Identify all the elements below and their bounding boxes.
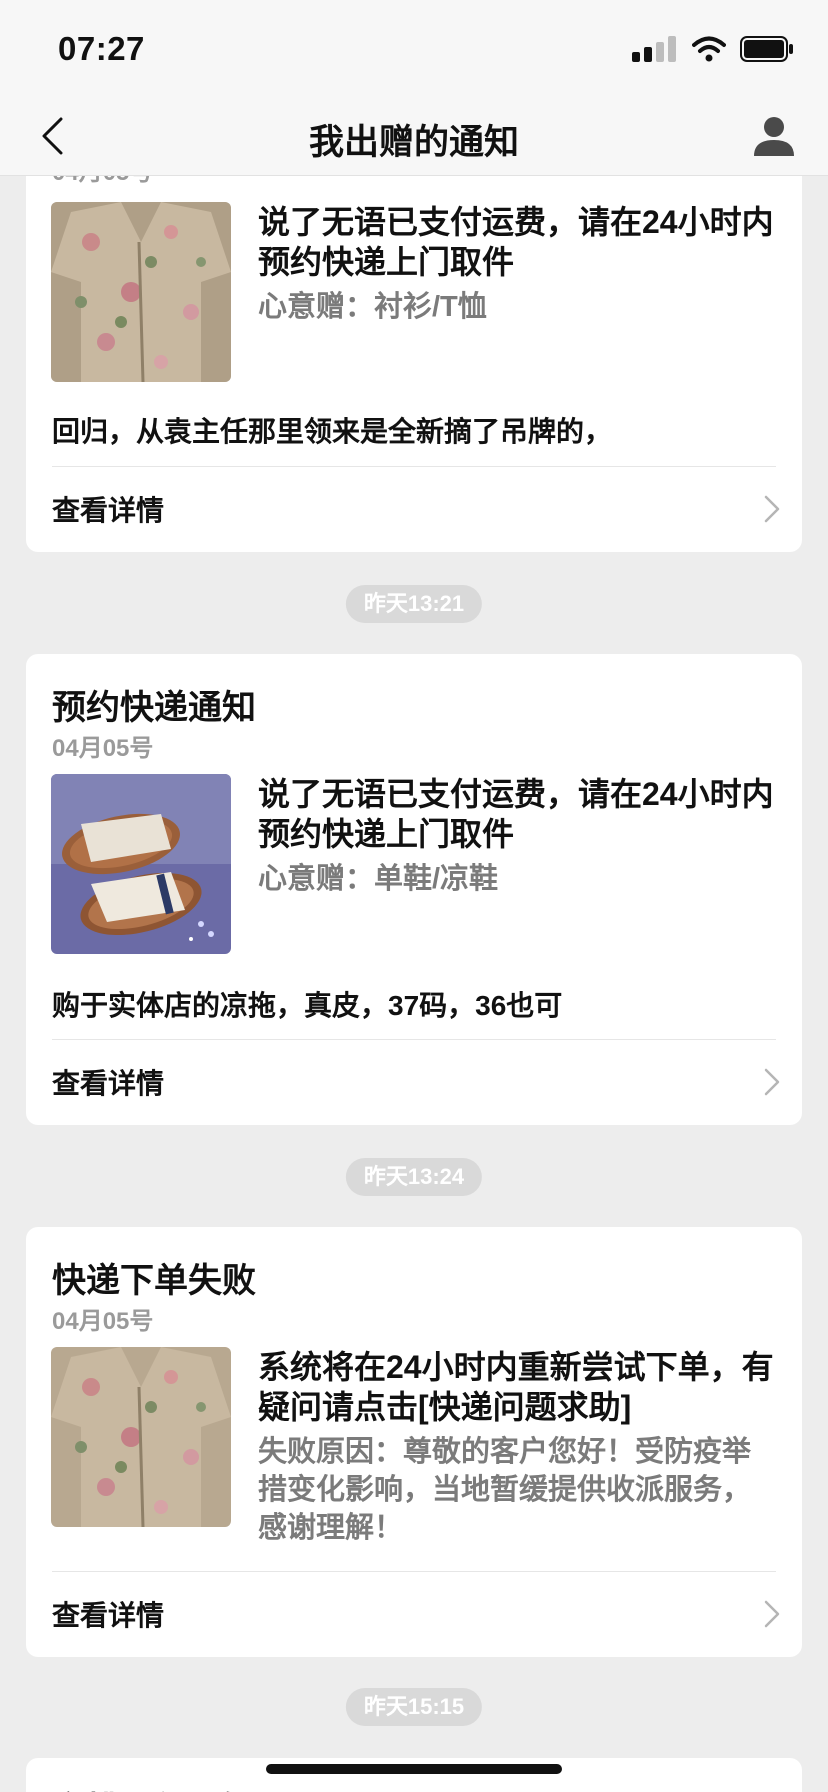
chevron-right-icon bbox=[764, 495, 780, 523]
item-thumbnail-shirt[interactable] bbox=[51, 202, 231, 382]
view-details-button[interactable]: 查看详情 bbox=[26, 467, 802, 551]
status-icons bbox=[632, 34, 794, 64]
signal-icon bbox=[632, 36, 676, 62]
card-item-category: 心意赠：衬衫/T恤 bbox=[258, 291, 487, 323]
card-item-description: 回归，从袁主任那里领来是全新摘了吊牌的， bbox=[52, 416, 613, 447]
card-message: 说了无语已支付运费，请在24小时内预约快递上门取件 bbox=[258, 776, 774, 852]
chevron-right-icon bbox=[764, 1068, 780, 1096]
navigation-bar: 我出赠的通知 bbox=[0, 96, 828, 176]
status-time: 07:27 bbox=[58, 30, 145, 67]
notification-card: 04月05号 说了无语已支付运费，请在24小时内预约快递上门取件 心意赠：衬衫/… bbox=[26, 120, 802, 552]
status-bar: 07:27 bbox=[0, 0, 828, 96]
card-message: 系统将在24小时内重新尝试下单，有疑问请点击[快递问题求助] bbox=[258, 1349, 774, 1425]
timestamp-pill: 昨天13:21 bbox=[345, 585, 483, 623]
item-thumbnail-sandals[interactable] bbox=[51, 774, 231, 954]
view-details-label: 查看详情 bbox=[52, 1600, 165, 1631]
timestamp-pill: 昨天13:24 bbox=[345, 1158, 483, 1196]
card-date: 04月05号 bbox=[52, 1308, 154, 1335]
timestamp-pill: 昨天15:15 bbox=[345, 1688, 483, 1726]
home-indicator bbox=[266, 1764, 562, 1774]
view-details-button[interactable]: 查看详情 bbox=[26, 1572, 802, 1656]
profile-button[interactable] bbox=[748, 110, 800, 162]
wifi-icon bbox=[692, 36, 726, 62]
card-item-description: 购于实体店的凉拖，真皮，37码，36也可 bbox=[52, 990, 563, 1021]
notification-card: 预约快递通知 04月05号 说了无语已支付运费，请在24小时内预约快递上门取件 … bbox=[26, 654, 802, 1125]
view-details-label: 查看详情 bbox=[52, 1068, 165, 1099]
battery-icon bbox=[740, 36, 793, 62]
card-item-category: 心意赠：单鞋/凉鞋 bbox=[258, 863, 499, 895]
card-date: 04月05号 bbox=[52, 735, 154, 762]
card-title: 安排取件通知 bbox=[52, 1782, 256, 1792]
user-icon bbox=[754, 117, 794, 156]
chevron-right-icon bbox=[764, 1600, 780, 1628]
view-details-label: 查看详情 bbox=[52, 495, 165, 526]
page-title: 我出赠的通知 bbox=[308, 123, 519, 162]
card-failure-reason: 失败原因：尊敬的客户您好！受防疫举措变化影响，当地暂缓提供收派服务，感谢理解！ bbox=[258, 1436, 752, 1544]
notification-list[interactable]: 04月05号 说了无语已支付运费，请在24小时内预约快递上门取件 心意赠：衬衫/… bbox=[0, 0, 828, 1792]
item-thumbnail-shirt[interactable] bbox=[51, 1347, 231, 1527]
notification-card: 快递下单失败 04月05号 系统将在24小时内重新尝试下单，有疑问请点击[快递问… bbox=[26, 1227, 802, 1657]
card-title: 预约快递通知 bbox=[52, 689, 256, 727]
card-message: 说了无语已支付运费，请在24小时内预约快递上门取件 bbox=[258, 204, 774, 280]
card-title: 快递下单失败 bbox=[52, 1262, 256, 1300]
view-details-button[interactable]: 查看详情 bbox=[26, 1040, 802, 1124]
